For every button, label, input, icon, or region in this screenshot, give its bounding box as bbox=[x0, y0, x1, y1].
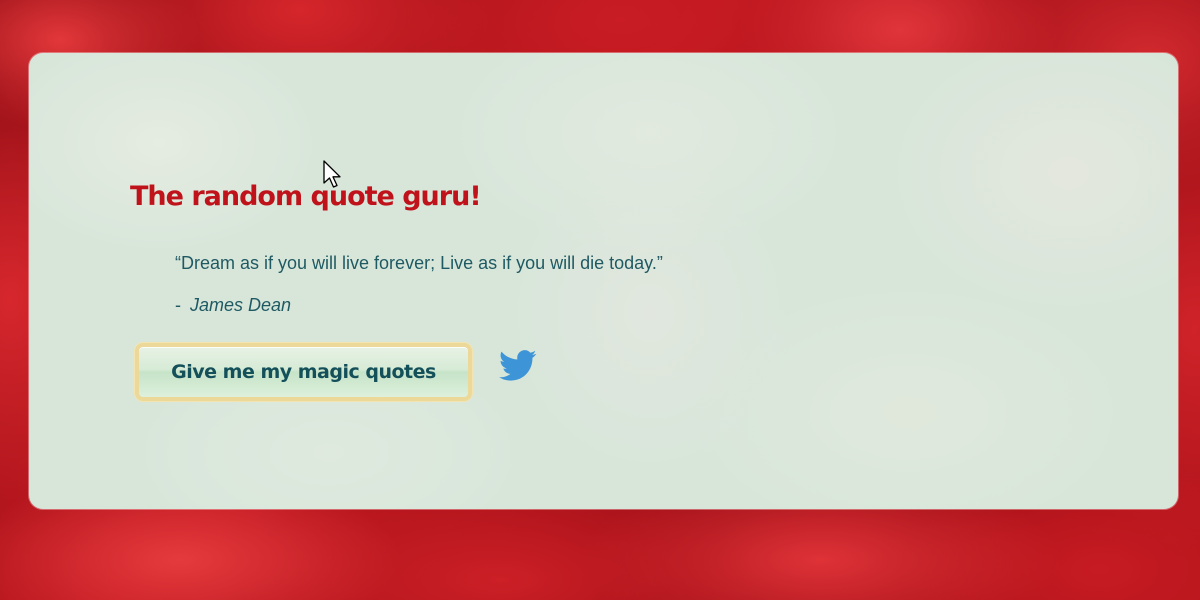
new-quote-button[interactable]: Give me my magic quotes bbox=[135, 343, 472, 401]
page-title: The random quote guru! bbox=[130, 181, 482, 212]
mouse-cursor-icon bbox=[323, 160, 341, 188]
quote-attribution: - James Dean bbox=[175, 295, 291, 316]
page-background: { "app": { "title": "The random quote gu… bbox=[0, 0, 1200, 600]
tweet-quote-link[interactable] bbox=[499, 350, 537, 382]
quote-card: The random quote guru! “Dream as if you … bbox=[29, 53, 1178, 509]
twitter-bird-icon bbox=[499, 350, 537, 381]
quote-text: “Dream as if you will live forever; Live… bbox=[175, 253, 663, 273]
author-dash: - bbox=[175, 295, 181, 315]
quote-author: James Dean bbox=[190, 295, 292, 315]
